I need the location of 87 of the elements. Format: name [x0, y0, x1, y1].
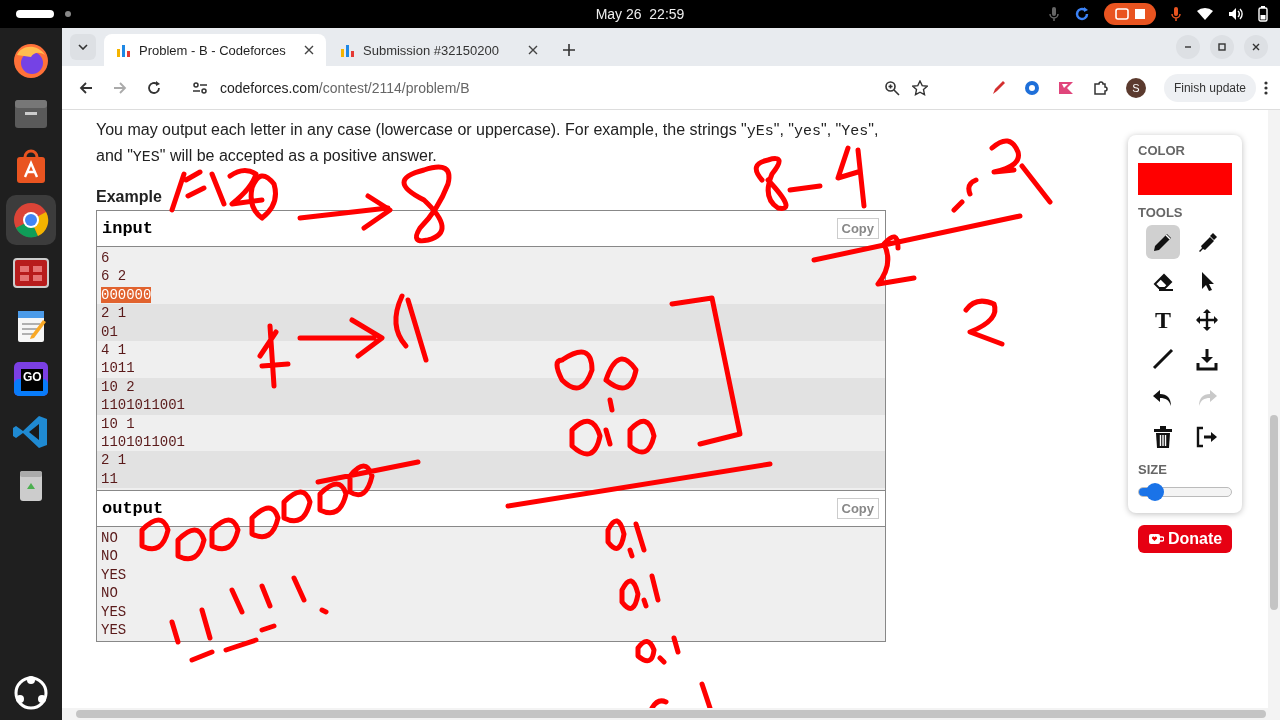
close-icon[interactable] — [304, 45, 314, 55]
size-slider[interactable] — [1138, 483, 1232, 501]
app-label: GO — [23, 370, 42, 384]
volume-icon[interactable] — [1228, 7, 1244, 21]
code-line: YES — [101, 603, 127, 620]
tool-button[interactable] — [1146, 225, 1180, 259]
dock-app-button[interactable]: GO — [6, 354, 56, 404]
microphone-icon[interactable] — [1048, 6, 1060, 22]
paragraph: You may output each letter in any case (lowercase or uppercase). For example, the strings "yEs", "yes", "Yes", and "YES" will be accepted as a positive answer. — [96, 120, 880, 168]
move-icon — [1195, 308, 1219, 332]
code-line: 10 1 — [101, 415, 135, 432]
donate-button[interactable]: Donate — [1137, 525, 1233, 553]
scrollbar-thumb[interactable] — [1270, 415, 1278, 610]
code-line: 1101011001 — [101, 433, 185, 450]
back-icon[interactable] — [78, 79, 94, 96]
code-line: NO — [101, 530, 118, 547]
color-swatch[interactable] — [1138, 163, 1232, 195]
line-icon — [1151, 347, 1175, 371]
code-line: NO — [101, 585, 118, 602]
copy-button[interactable]: Copy — [836, 498, 879, 520]
refresh-icon[interactable] — [1074, 6, 1090, 22]
reload-icon[interactable] — [146, 79, 162, 96]
code-line: NO — [101, 548, 118, 565]
code-line: 01 — [101, 323, 118, 340]
clock[interactable]: May 26 22:59 — [595, 6, 685, 22]
slider-thumb[interactable] — [1145, 483, 1164, 501]
close-icon[interactable] — [528, 45, 538, 55]
code-line: 11 — [101, 470, 118, 487]
vertical-scrollbar[interactable] — [1268, 110, 1280, 708]
tab-title: Submission #32150200 — [363, 42, 500, 58]
extensions-icon[interactable] — [1091, 79, 1108, 96]
fox-globe-icon — [11, 41, 51, 81]
browser-icon — [11, 200, 51, 240]
code-line: 10 2 — [101, 378, 135, 395]
code-line: 2 1 — [101, 452, 127, 469]
microphone-icon[interactable] — [1170, 6, 1182, 22]
section-label: COLOR — [1138, 143, 1186, 158]
bar-chart-icon — [116, 42, 131, 58]
ide-icon — [11, 359, 51, 399]
url-text: codeforces.com/contest/2114/problem/B — [220, 79, 471, 96]
dock-app-button[interactable] — [6, 195, 56, 245]
code-line: 6 2 — [101, 268, 127, 285]
tool-button[interactable]: T — [1146, 303, 1180, 337]
workspace-indicator-icon[interactable] — [14, 8, 74, 20]
maximize-icon — [1217, 42, 1227, 52]
horizontal-scrollbar[interactable] — [62, 708, 1280, 720]
coffee-cup-icon — [1147, 533, 1164, 545]
section-title: input — [102, 219, 153, 238]
more-menu-icon[interactable] — [1264, 79, 1268, 96]
code-line: YES — [101, 622, 127, 639]
exit-icon — [1195, 425, 1219, 449]
wifi-icon[interactable] — [1196, 7, 1214, 21]
code-line: 2 1 — [101, 305, 127, 322]
close-icon — [1251, 42, 1261, 52]
tab-title: Problem - B - Codeforces — [139, 42, 287, 58]
screen-recording-icon[interactable] — [1104, 3, 1156, 25]
flag-icon[interactable] — [1057, 79, 1074, 96]
copy-button[interactable]: Copy — [836, 218, 879, 239]
maximize-button[interactable] — [1210, 35, 1234, 59]
profile-avatar[interactable]: S — [1125, 77, 1146, 98]
caret-icon — [78, 44, 88, 50]
code-line: YES — [101, 566, 127, 583]
star-icon[interactable] — [912, 79, 928, 96]
circle-icon[interactable] — [1023, 79, 1040, 96]
code-line: 6 — [101, 250, 110, 266]
section-heading: Example — [96, 188, 163, 206]
update-button[interactable]: Finish update — [1163, 73, 1256, 102]
scrollbar-thumb[interactable] — [76, 710, 1266, 718]
new-tab-icon[interactable] — [562, 43, 576, 57]
zoom-icon[interactable] — [884, 79, 900, 96]
site-settings-icon[interactable] — [192, 79, 208, 96]
section-title: output — [102, 499, 164, 519]
battery-icon[interactable] — [1258, 6, 1268, 22]
browser-tab[interactable]: Problem - B - Codeforces — [104, 34, 326, 66]
code-line: 1011 — [101, 360, 135, 377]
code-line: 4 1 — [101, 341, 127, 358]
apps-grid-icon[interactable] — [14, 676, 48, 710]
tab-list-button[interactable] — [70, 34, 96, 60]
close-button[interactable] — [1244, 35, 1268, 59]
trash-icon — [1151, 425, 1175, 449]
browser-tab[interactable]: Submission #32150200 — [328, 34, 550, 66]
section-label: SIZE — [1138, 462, 1168, 477]
code-line: 1101011001 — [101, 397, 185, 414]
section-label: TOOLS — [1138, 205, 1184, 220]
bar-chart-icon — [340, 42, 355, 58]
address-field[interactable]: codeforces.com/contest/2114/problem/B — [180, 70, 940, 105]
download-icon — [1195, 347, 1219, 371]
